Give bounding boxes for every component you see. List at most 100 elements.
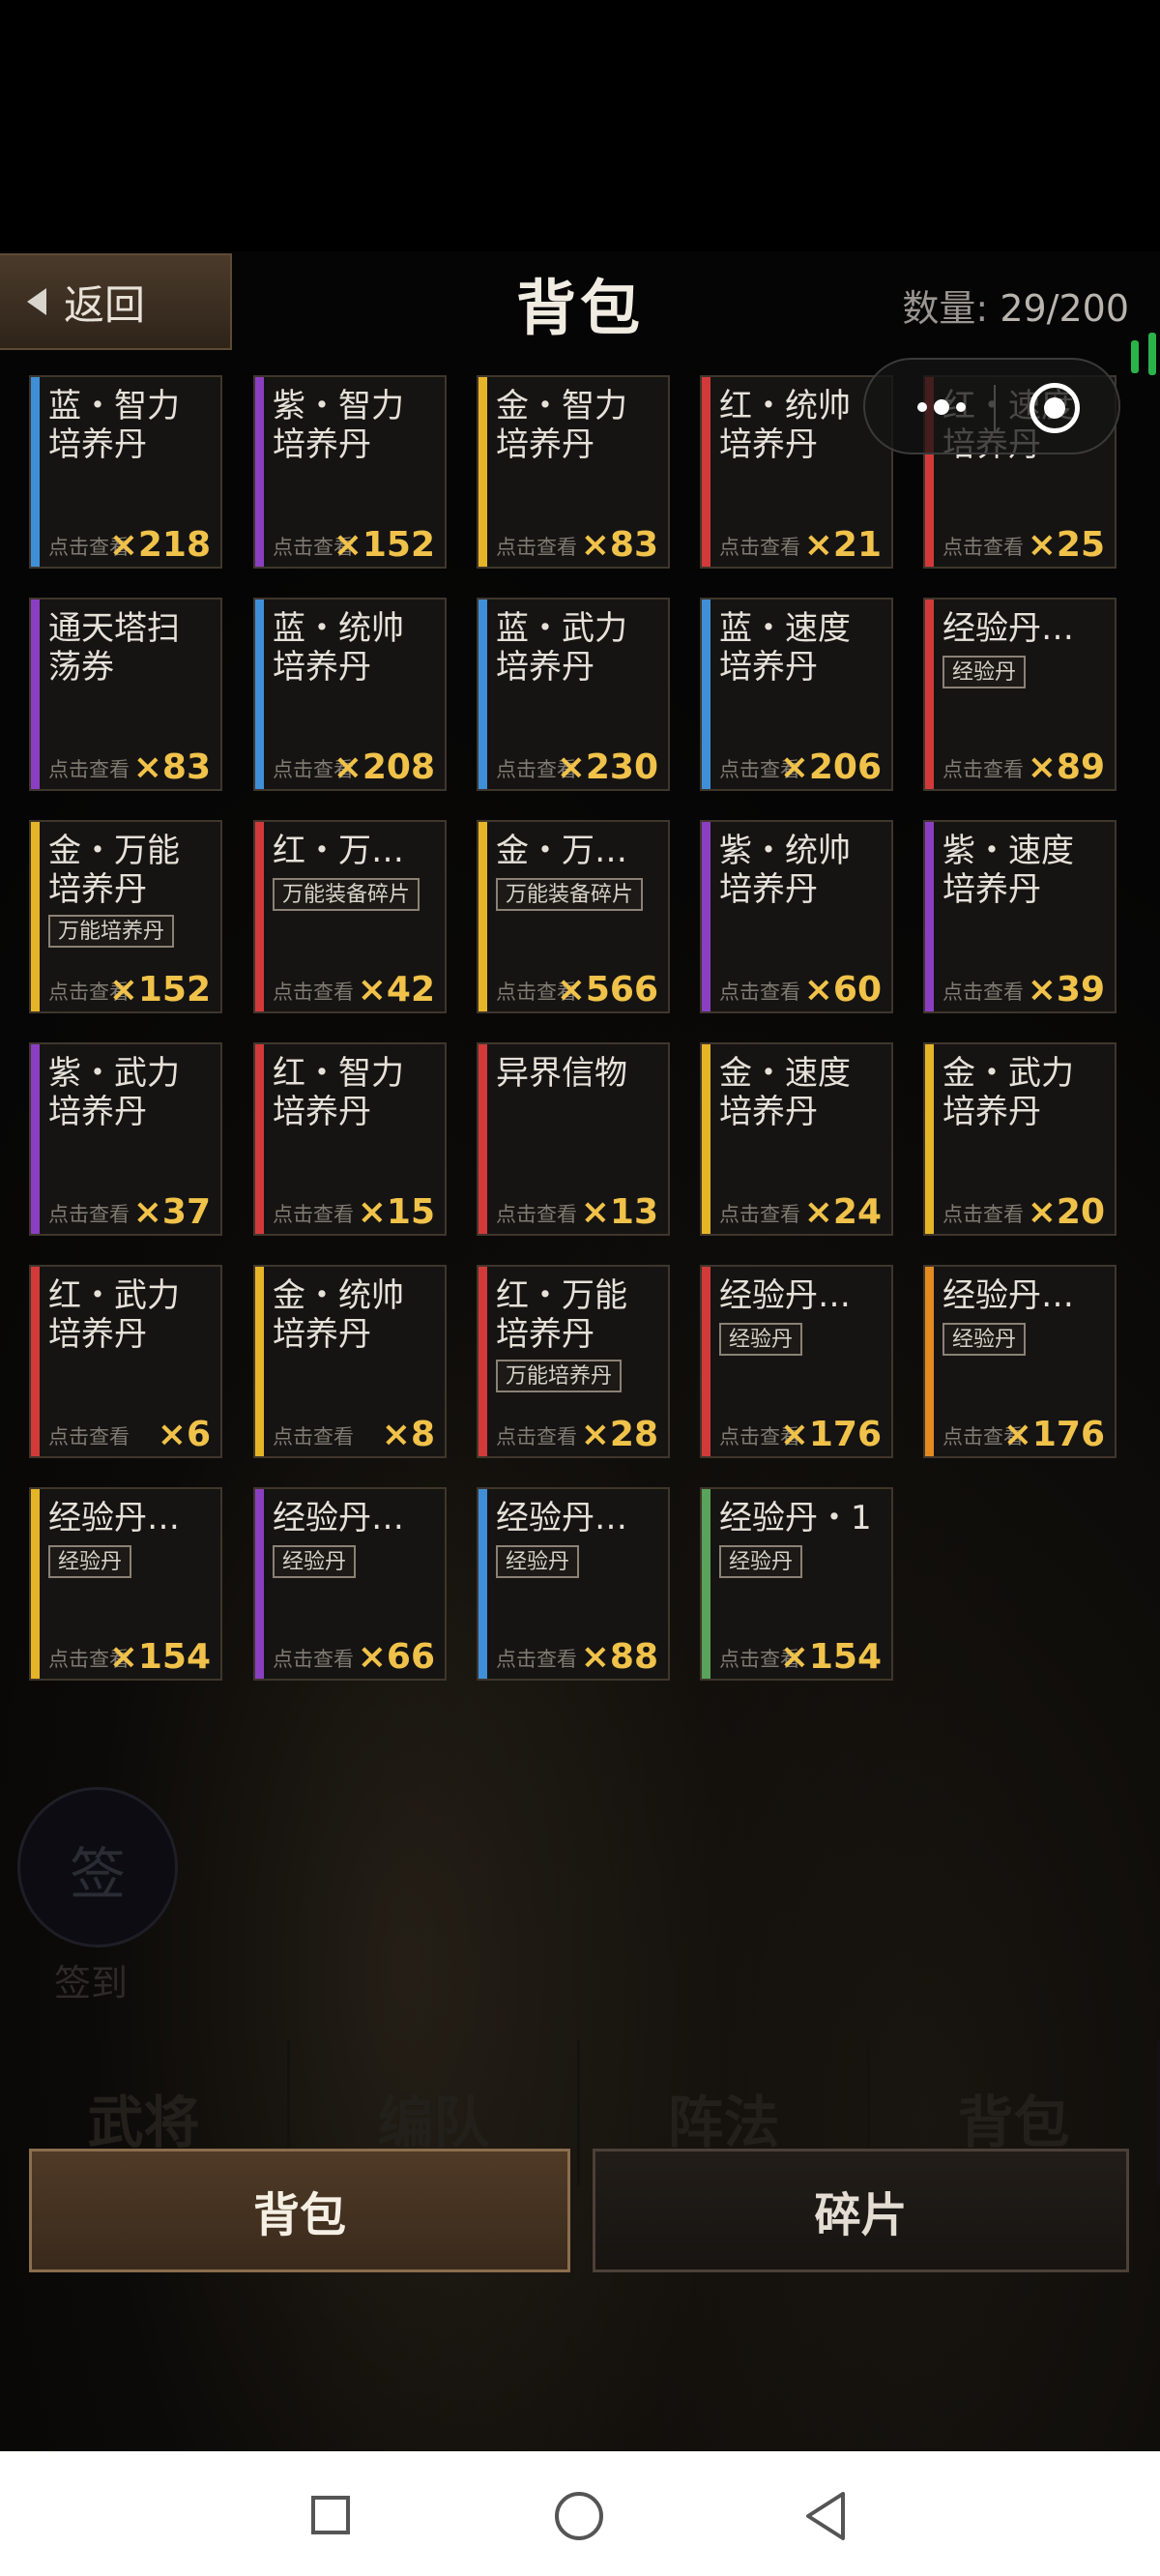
item-quantity: ×176 <box>1002 1415 1105 1454</box>
system-nav-bar <box>0 2451 1160 2576</box>
item-type-tag: 万能装备碎片 <box>273 878 420 911</box>
bag-item-card[interactable]: 紫・武力 培养丹 点击查看 ×37 <box>29 1042 222 1236</box>
rarity-stripe <box>31 822 40 1011</box>
item-quantity: ×20 <box>1027 1192 1105 1232</box>
item-name: 紫・智力 培养丹 <box>273 387 404 464</box>
item-name: 经验丹… <box>719 1276 851 1315</box>
sign-in-label-background: 签到 <box>54 1962 129 2005</box>
bag-item-card[interactable]: 紫・统帅 培养丹 点击查看 ×60 <box>700 820 893 1013</box>
view-hint: 点击查看 <box>719 536 800 559</box>
bag-item-card[interactable]: 经验丹・1 经验丹 点击查看 ×154 <box>700 1487 893 1681</box>
item-type-tag: 经验丹 <box>719 1545 803 1578</box>
rarity-stripe <box>478 600 487 789</box>
item-name: 紫・速度 培养丹 <box>942 832 1074 909</box>
view-hint: 点击查看 <box>496 1648 577 1671</box>
item-quantity: ×8 <box>381 1415 435 1454</box>
close-mini-program-icon[interactable] <box>1030 383 1080 433</box>
tab-bag[interactable]: 背包 <box>29 2149 570 2272</box>
item-quantity: ×154 <box>108 1637 211 1677</box>
item-quantity: ×39 <box>1027 970 1105 1010</box>
bag-item-card[interactable]: 经验丹… 经验丹 点击查看 ×88 <box>477 1487 670 1681</box>
item-quantity: ×88 <box>580 1637 658 1677</box>
view-hint: 点击查看 <box>48 1203 130 1226</box>
item-name: 经验丹・1 <box>719 1499 872 1537</box>
home-icon[interactable] <box>555 2492 603 2540</box>
bag-item-card[interactable]: 红・武力 培养丹 点击查看 ×6 <box>29 1265 222 1458</box>
tab-fragments[interactable]: 碎片 <box>593 2149 1129 2272</box>
bag-item-card[interactable]: 金・智力 培养丹 点击查看 ×83 <box>477 375 670 569</box>
item-quantity: ×218 <box>108 525 211 565</box>
bag-item-card[interactable]: 红・智力 培养丹 点击查看 ×15 <box>253 1042 447 1236</box>
recent-apps-icon[interactable] <box>311 2496 350 2534</box>
item-quantity: ×154 <box>779 1637 882 1677</box>
bag-item-card[interactable]: 金・统帅 培养丹 点击查看 ×8 <box>253 1265 447 1458</box>
item-quantity: ×6 <box>157 1415 211 1454</box>
rarity-stripe <box>925 600 934 789</box>
bag-item-card[interactable]: 紫・速度 培养丹 点击查看 ×39 <box>923 820 1116 1013</box>
item-type-tag: 经验丹 <box>273 1545 357 1578</box>
bag-item-card[interactable]: 金・速度 培养丹 点击查看 ×24 <box>700 1042 893 1236</box>
item-quantity: ×60 <box>803 970 882 1010</box>
view-hint: 点击查看 <box>48 1425 130 1449</box>
bag-item-card[interactable]: 经验丹… 经验丹 点击查看 ×176 <box>923 1265 1116 1458</box>
bag-item-card[interactable]: 红・万… 万能装备碎片 点击查看 ×42 <box>253 820 447 1013</box>
item-name: 经验丹… <box>942 1276 1074 1315</box>
rarity-stripe <box>31 377 40 567</box>
bag-item-card[interactable]: 蓝・武力 培养丹 点击查看 ×230 <box>477 598 670 791</box>
bag-item-card[interactable]: 红・万能 培养丹 万能培养丹 点击查看 ×28 <box>477 1265 670 1458</box>
view-hint: 点击查看 <box>273 1425 354 1449</box>
item-quantity: ×152 <box>333 525 435 565</box>
item-quantity: ×24 <box>803 1192 882 1232</box>
rarity-stripe <box>478 822 487 1011</box>
rarity-stripe <box>255 1267 264 1456</box>
item-quantity: ×42 <box>357 970 435 1010</box>
bag-item-card[interactable]: 蓝・智力 培养丹 点击查看 ×218 <box>29 375 222 569</box>
rarity-stripe <box>702 1267 710 1456</box>
rarity-stripe <box>255 600 264 789</box>
item-type-tag: 经验丹 <box>496 1545 580 1578</box>
item-name: 蓝・智力 培养丹 <box>48 387 180 464</box>
bag-item-card[interactable]: 经验丹… 经验丹 点击查看 ×154 <box>29 1487 222 1681</box>
rarity-stripe <box>925 1267 934 1456</box>
sign-in-button-background: 签 <box>17 1787 178 1947</box>
view-hint: 点击查看 <box>942 758 1024 781</box>
rarity-stripe <box>925 822 934 1011</box>
item-type-tag: 万能培养丹 <box>496 1360 623 1392</box>
item-type-tag: 万能培养丹 <box>48 915 175 948</box>
item-quantity: ×66 <box>357 1637 435 1677</box>
rarity-stripe <box>478 1044 487 1234</box>
item-quantity: ×15 <box>357 1192 435 1232</box>
item-quantity: ×566 <box>556 970 658 1010</box>
edge-indicator <box>1131 340 1139 373</box>
bag-item-card[interactable]: 经验丹… 经验丹 点击查看 ×89 <box>923 598 1116 791</box>
rarity-stripe <box>255 377 264 567</box>
item-quantity: ×176 <box>779 1415 882 1454</box>
item-type-tag: 经验丹 <box>48 1545 132 1578</box>
bag-item-card[interactable]: 蓝・速度 培养丹 点击查看 ×206 <box>700 598 893 791</box>
item-type-tag: 经验丹 <box>942 1323 1027 1356</box>
item-name: 红・智力 培养丹 <box>273 1054 404 1131</box>
bag-item-card[interactable]: 蓝・统帅 培养丹 点击查看 ×208 <box>253 598 447 791</box>
view-hint: 点击查看 <box>273 981 354 1004</box>
item-name: 通天塔扫 荡券 <box>48 609 180 687</box>
bag-item-card[interactable]: 通天塔扫 荡券 点击查看 ×83 <box>29 598 222 791</box>
view-hint: 点击查看 <box>496 536 577 559</box>
item-quantity: ×25 <box>1027 525 1105 565</box>
item-name: 金・万… <box>496 832 627 870</box>
item-type-tag: 万能装备碎片 <box>496 878 644 911</box>
item-type-tag: 经验丹 <box>719 1323 803 1356</box>
sign-in-glyph: 签 <box>69 1841 126 1907</box>
bag-item-card[interactable]: 金・万… 万能装备碎片 点击查看 ×566 <box>477 820 670 1013</box>
bag-item-card[interactable]: 金・万能 培养丹 万能培养丹 点击查看 ×152 <box>29 820 222 1013</box>
view-hint: 点击查看 <box>942 1203 1024 1226</box>
mini-program-capsule <box>863 358 1120 454</box>
bag-item-card[interactable]: 紫・智力 培养丹 点击查看 ×152 <box>253 375 447 569</box>
bag-item-card[interactable]: 经验丹… 经验丹 点击查看 ×176 <box>700 1265 893 1458</box>
bag-item-card[interactable]: 金・武力 培养丹 点击查看 ×20 <box>923 1042 1116 1236</box>
bag-item-card[interactable]: 经验丹… 经验丹 点击查看 ×66 <box>253 1487 447 1681</box>
capsule-divider <box>994 385 996 431</box>
bag-item-card[interactable]: 异界信物 点击查看 ×13 <box>477 1042 670 1236</box>
rarity-stripe <box>702 1489 710 1679</box>
more-options-icon[interactable] <box>898 385 985 429</box>
back-icon[interactable] <box>802 2490 851 2542</box>
